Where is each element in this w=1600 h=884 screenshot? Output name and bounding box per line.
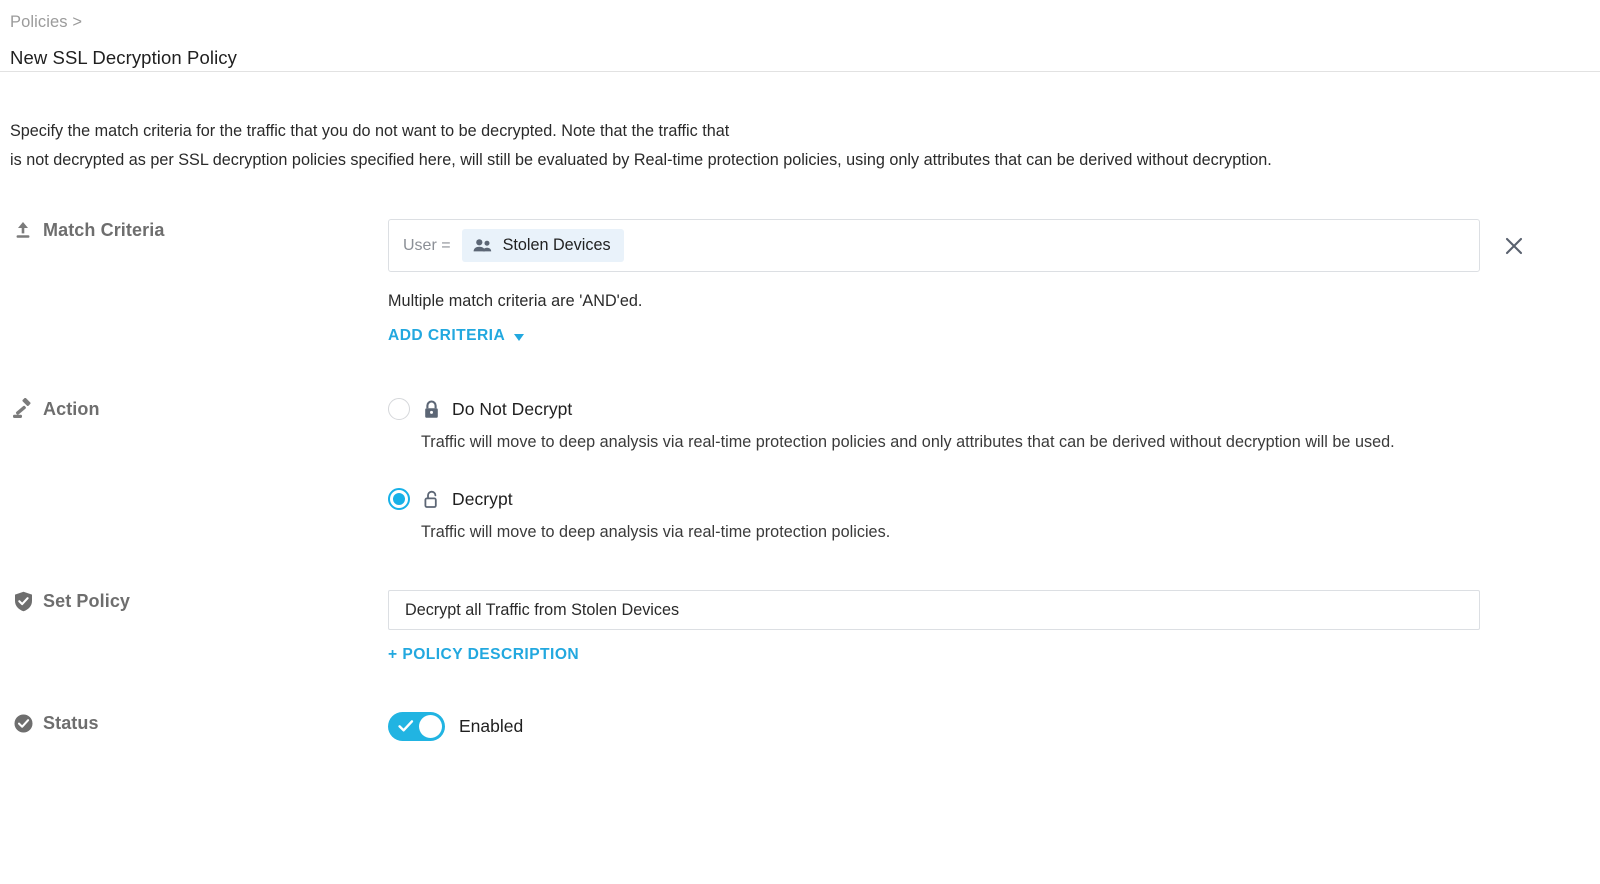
check-icon: [398, 719, 414, 739]
row-set-policy: Set Policy + POLICY DESCRIPTION: [0, 542, 1600, 664]
policy-description-button[interactable]: + POLICY DESCRIPTION: [388, 630, 579, 664]
page-header: Policies > New SSL Decryption Policy: [0, 0, 1600, 72]
status-toggle-text: Enabled: [459, 716, 524, 736]
decrypt-description: Traffic will move to deep analysis via r…: [421, 523, 891, 541]
lock-open-icon: [421, 489, 441, 509]
page-title: New SSL Decryption Policy: [10, 47, 237, 68]
check-circle-icon: [12, 712, 34, 734]
row-match-criteria: Match Criteria User = Stolen Devices Mul…: [0, 213, 1600, 345]
criteria-value-text: Stolen Devices: [502, 236, 611, 254]
add-criteria-label: ADD CRITERIA: [388, 327, 506, 344]
add-criteria-button[interactable]: ADD CRITERIA: [388, 311, 525, 345]
decrypt-row[interactable]: Decrypt: [388, 488, 1600, 510]
criteria-key: User =: [403, 236, 451, 254]
gavel-icon: [12, 398, 34, 420]
lock-closed-icon: [421, 399, 441, 419]
action-option-do-not-decrypt[interactable]: Do Not Decrypt Traffic will move to deep…: [388, 398, 1600, 452]
do-not-decrypt-description: Traffic will move to deep analysis via r…: [421, 433, 1395, 451]
do-not-decrypt-label: Do Not Decrypt: [452, 398, 573, 419]
policy-name-input[interactable]: [388, 590, 1480, 630]
match-criteria-label: Match Criteria: [0, 219, 388, 241]
match-criteria-label-text: Match Criteria: [43, 219, 165, 240]
action-body: Do Not Decrypt Traffic will move to deep…: [388, 398, 1600, 542]
action-label: Action: [0, 398, 388, 420]
radio-do-not-decrypt[interactable]: [388, 398, 410, 420]
close-icon[interactable]: [1500, 232, 1528, 260]
criteria-hint: Multiple match criteria are 'AND'ed.: [388, 292, 643, 310]
action-label-text: Action: [43, 398, 100, 419]
policy-description-label: + POLICY DESCRIPTION: [388, 646, 580, 663]
match-criteria-body: User = Stolen Devices Multiple match cri…: [388, 219, 1600, 345]
set-policy-body: + POLICY DESCRIPTION: [388, 590, 1600, 664]
shield-check-icon: [12, 590, 34, 612]
status-body: Enabled: [388, 712, 1600, 741]
intro-line-2: is not decrypted as per SSL decryption p…: [10, 151, 1272, 169]
set-policy-label: Set Policy: [0, 590, 388, 612]
criteria-line: User = Stolen Devices: [388, 219, 1600, 272]
status-toggle-line: Enabled: [388, 712, 1600, 741]
action-option-decrypt[interactable]: Decrypt Traffic will move to deep analys…: [388, 452, 1600, 542]
row-status: Status Enabled: [0, 664, 1600, 741]
intro-line-1: Specify the match criteria for the traff…: [10, 122, 730, 140]
do-not-decrypt-row[interactable]: Do Not Decrypt: [388, 398, 1600, 420]
toggle-knob: [419, 715, 442, 738]
intro-description: Specify the match criteria for the traff…: [0, 72, 1560, 175]
radio-decrypt[interactable]: [388, 488, 410, 510]
chevron-down-icon: [514, 333, 525, 341]
upload-icon: [12, 219, 34, 241]
breadcrumb[interactable]: Policies >: [10, 6, 1600, 32]
group-users-icon: [473, 238, 492, 253]
row-action: Action Do Not Decrypt Traffic will move …: [0, 345, 1600, 542]
criteria-value-badge[interactable]: Stolen Devices: [461, 229, 624, 262]
decrypt-label: Decrypt: [452, 488, 513, 509]
policy-form: Match Criteria User = Stolen Devices Mul…: [0, 175, 1600, 741]
status-label: Status: [0, 712, 388, 734]
status-label-text: Status: [43, 712, 99, 733]
set-policy-label-text: Set Policy: [43, 590, 131, 611]
criteria-box[interactable]: User = Stolen Devices: [388, 219, 1480, 272]
status-toggle[interactable]: [388, 712, 445, 741]
